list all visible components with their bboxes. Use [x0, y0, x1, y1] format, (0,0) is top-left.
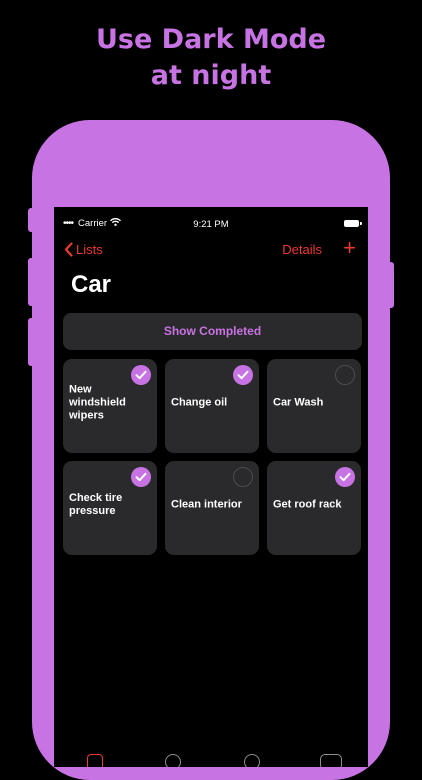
- tab-lists-icon[interactable]: [87, 754, 103, 767]
- checkmark-icon[interactable]: [335, 467, 355, 487]
- back-button-label: Lists: [76, 242, 103, 257]
- details-button[interactable]: Details: [282, 242, 322, 257]
- item-card[interactable]: New windshield wipers: [63, 359, 157, 453]
- page-title: Car: [71, 271, 112, 298]
- checkmark-icon[interactable]: [131, 365, 151, 385]
- item-label: Car Wash: [273, 396, 324, 409]
- item-card[interactable]: Clean interior: [165, 461, 259, 555]
- promo-headline: Use Dark Mode at night: [0, 22, 422, 94]
- navigation-bar: Lists Details +: [54, 237, 368, 261]
- item-card[interactable]: Get roof rack: [267, 461, 361, 555]
- add-item-button[interactable]: +: [343, 237, 356, 259]
- item-label: New windshield wipers: [69, 383, 126, 422]
- tab-bar: [54, 742, 368, 767]
- checkmark-icon[interactable]: [335, 365, 355, 385]
- status-bar: •••• Carrier 9:21 PM: [54, 207, 368, 230]
- checkmark-icon[interactable]: [131, 467, 151, 487]
- promo-line-1: Use Dark Mode: [95, 24, 327, 55]
- items-grid: New windshield wipers Change oil Car Was…: [63, 359, 363, 555]
- battery-icon: [344, 220, 362, 227]
- item-card[interactable]: Change oil: [165, 359, 259, 453]
- status-time: 9:21 PM: [193, 219, 229, 230]
- phone-screen: •••• Carrier 9:21 PM Lists Details + Car…: [54, 207, 368, 767]
- item-label: Change oil: [171, 396, 228, 409]
- item-card[interactable]: Car Wash: [267, 359, 361, 453]
- promo-line-2: at night: [150, 60, 272, 91]
- back-button[interactable]: Lists: [64, 242, 103, 257]
- checkmark-icon[interactable]: [233, 467, 253, 487]
- tab-circle-icon[interactable]: [165, 754, 181, 767]
- item-label: Clean interior: [171, 498, 242, 511]
- item-label: Get roof rack: [273, 498, 342, 511]
- tab-settings-icon[interactable]: [320, 754, 342, 767]
- item-card[interactable]: Check tire pressure: [63, 461, 157, 555]
- tab-circle-icon[interactable]: [244, 754, 260, 767]
- show-completed-button[interactable]: Show Completed: [63, 313, 362, 350]
- checkmark-icon[interactable]: [233, 365, 253, 385]
- item-label: Check tire pressure: [69, 492, 123, 517]
- chevron-left-icon: [64, 242, 73, 257]
